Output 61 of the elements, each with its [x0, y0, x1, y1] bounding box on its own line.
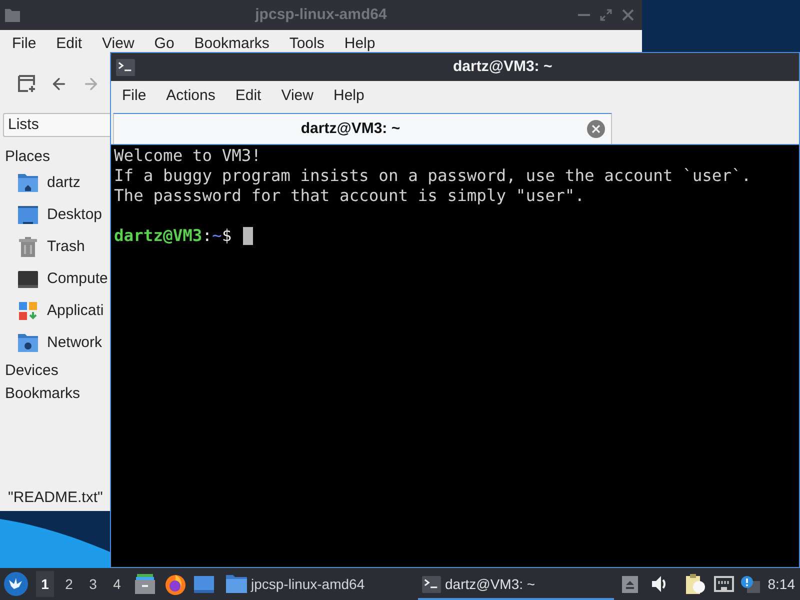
- app-grid-icon: [19, 302, 37, 320]
- clock[interactable]: 8:14: [768, 574, 795, 594]
- section-heading[interactable]: Places: [3, 147, 50, 167]
- sidebar-item[interactable]: Trash: [3, 231, 85, 263]
- workspace-button[interactable]: 2: [60, 571, 78, 597]
- window-title: dartz@VM3: ~: [453, 56, 552, 77]
- menu-item[interactable]: Edit: [235, 86, 262, 106]
- terminal-line: Welcome to VM3!: [114, 146, 262, 166]
- notification-icon[interactable]: [740, 576, 760, 592]
- close-icon[interactable]: [622, 9, 634, 21]
- workspace-button[interactable]: 3: [84, 571, 102, 597]
- workspace-button[interactable]: 4: [108, 571, 126, 597]
- maximize-icon[interactable]: [600, 9, 612, 21]
- window-title: jpcsp-linux-amd64: [255, 4, 387, 25]
- menu-item[interactable]: Help: [333, 86, 364, 106]
- menu-item[interactable]: View: [102, 34, 134, 54]
- flame-globe-icon[interactable]: [165, 574, 186, 594]
- trash-icon: [19, 237, 37, 257]
- bird-logo-icon[interactable]: [4, 572, 28, 596]
- eject-icon[interactable]: [622, 576, 638, 592]
- window-plus-icon[interactable]: [18, 75, 36, 93]
- home-folder-icon: [18, 174, 38, 192]
- status-text: "README.txt": [8, 488, 103, 508]
- ethernet-port-icon[interactable]: [714, 576, 734, 592]
- terminal-line: If a buggy program insists on a password, use the account `user`.: [114, 166, 752, 186]
- menu-item[interactable]: Edit: [56, 34, 82, 54]
- volume-icon[interactable]: [652, 576, 668, 592]
- cursor-block-icon: [242, 227, 253, 245]
- terminal-icon: [422, 576, 441, 592]
- terminal-line: The passsword for that account is simply "user".: [114, 186, 585, 206]
- prompt-text: dartz@VM3:~$: [114, 226, 232, 246]
- menu-item[interactable]: Bookmarks: [194, 34, 270, 54]
- close-icon[interactable]: [587, 120, 605, 138]
- view-dropdown[interactable]: Lists: [3, 113, 110, 137]
- workspace-button[interactable]: 1: [36, 571, 54, 597]
- monitor-icon: [18, 270, 38, 288]
- sidebar-item[interactable]: Desktop: [3, 199, 102, 231]
- task-button[interactable]: jpcsp-linux-amd64: [222, 570, 414, 600]
- folder-icon: [226, 575, 247, 593]
- sidebar-item[interactable]: Network: [3, 327, 102, 359]
- terminal-icon: [116, 58, 135, 76]
- menu-item[interactable]: Help: [344, 34, 376, 54]
- section-heading[interactable]: Devices: [3, 359, 58, 382]
- menu-item[interactable]: View: [281, 86, 314, 106]
- network-folder-icon: [18, 334, 38, 352]
- desktop-icon: [18, 206, 38, 224]
- menu-item[interactable]: File: [122, 86, 146, 106]
- sidebar-item[interactable]: Compute: [3, 263, 108, 295]
- sidebar-item[interactable]: Applicati: [3, 295, 104, 327]
- task-button[interactable]: dartz@VM3: ~: [418, 570, 614, 600]
- file-cabinet-icon[interactable]: [135, 574, 155, 594]
- menu-item[interactable]: File: [12, 34, 36, 54]
- menu-item[interactable]: Tools: [289, 34, 324, 54]
- section-heading[interactable]: Bookmarks: [3, 382, 80, 405]
- tab[interactable]: dartz@VM3: ~: [113, 113, 612, 144]
- menu-item[interactable]: Go: [154, 34, 174, 54]
- window-icon[interactable]: [194, 576, 214, 592]
- sidebar-item[interactable]: dartz: [3, 167, 80, 199]
- clipboard-icon[interactable]: [686, 574, 705, 594]
- folder-icon: [5, 8, 20, 22]
- menu-item[interactable]: Actions: [166, 86, 216, 106]
